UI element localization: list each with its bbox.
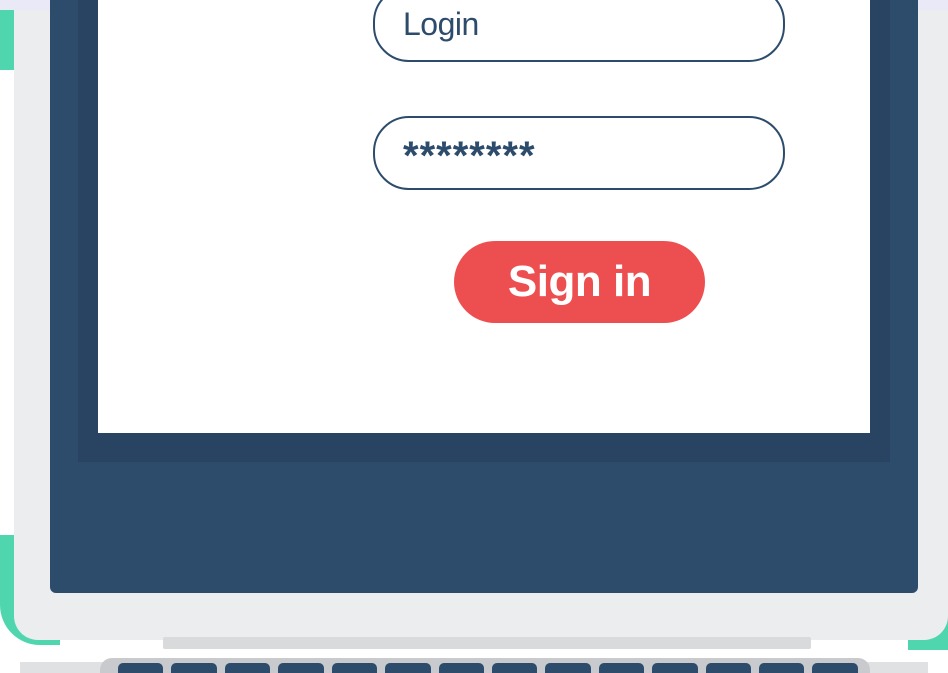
keyboard-key <box>545 663 591 673</box>
login-field[interactable]: Login <box>373 0 785 62</box>
keyboard-key <box>224 663 271 673</box>
keyboard-key <box>652 663 698 673</box>
keyboard-key <box>759 663 805 673</box>
laptop-hinge <box>163 637 811 649</box>
sign-in-button-label: Sign in <box>507 257 652 306</box>
keyboard-key <box>598 663 645 673</box>
keyboard-key <box>171 663 217 673</box>
password-field[interactable]: ******** <box>373 116 785 190</box>
keyboard-key <box>331 663 378 673</box>
keyboard-key <box>491 663 538 673</box>
sign-in-button[interactable]: Sign in <box>454 241 705 323</box>
keyboard-key <box>705 663 752 673</box>
password-field-value: ******** <box>403 133 536 178</box>
laptop-screen: Login ******** Sign in <box>98 0 870 433</box>
keyboard-key <box>118 663 164 673</box>
background-accent-left-top <box>0 10 14 70</box>
keyboard-keys <box>118 663 858 673</box>
keyboard-key <box>438 663 484 673</box>
keyboard-key <box>812 663 858 673</box>
keyboard-key <box>278 663 324 673</box>
keyboard-key <box>385 663 431 673</box>
login-field-value: Login <box>403 5 479 42</box>
